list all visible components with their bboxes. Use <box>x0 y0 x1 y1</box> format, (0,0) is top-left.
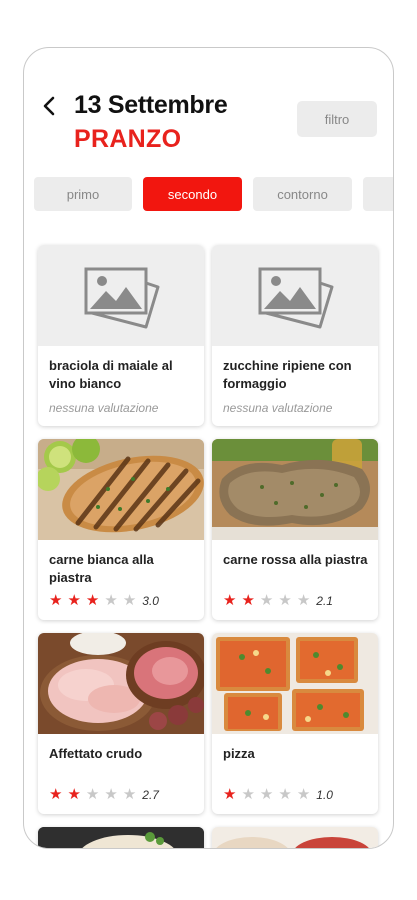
tab-secondo[interactable]: secondo <box>143 177 242 211</box>
rating-value: 2.1 <box>316 593 333 608</box>
dish-card[interactable]: carne bianca alla piastra ★ ★ ★ ★ ★ 3.0 <box>38 439 204 620</box>
star-icon: ★ <box>104 592 118 609</box>
no-rating-text: nessuna valutazione <box>49 401 159 415</box>
star-icon: ★ <box>241 592 255 609</box>
star-icon: ★ <box>104 786 118 803</box>
grilled-steak-photo <box>212 439 378 540</box>
star-rating: ★ ★ ★ ★ ★ 2.7 <box>49 787 159 802</box>
dish-image <box>212 245 378 346</box>
star-icon: ★ <box>296 592 311 609</box>
back-arrow-icon <box>43 96 55 116</box>
star-icon: ★ <box>49 592 63 609</box>
star-icon: ★ <box>122 786 137 803</box>
dish-image <box>38 439 204 540</box>
dish-image <box>38 633 204 734</box>
dish-card[interactable] <box>212 827 378 848</box>
back-button[interactable] <box>40 94 62 118</box>
star-icon: ★ <box>49 786 63 803</box>
star-icon: ★ <box>67 592 81 609</box>
star-icon: ★ <box>122 592 137 609</box>
star-icon: ★ <box>223 786 237 803</box>
placeholder-image-icon <box>84 267 160 329</box>
cold-cuts-photo <box>38 633 204 734</box>
star-icon: ★ <box>259 592 274 609</box>
star-rating: ★ ★ ★ ★ ★ 2.1 <box>223 593 333 608</box>
dish-card[interactable]: zucchine ripiene con formaggio nessuna v… <box>212 245 378 426</box>
dish-name: pizza <box>223 746 255 761</box>
dish-name: braciola di maiale al vino bianco <box>49 358 173 391</box>
star-icon: ★ <box>85 592 100 609</box>
rating-value: 2.7 <box>142 787 159 802</box>
phone-frame: 13 Settembre PRANZO filtro primo secondo… <box>23 47 394 849</box>
dish-image <box>212 439 378 540</box>
dish-card[interactable]: braciola di maiale al vino bianco nessun… <box>38 245 204 426</box>
rating-value: 3.0 <box>142 593 159 608</box>
star-icon: ★ <box>241 786 255 803</box>
tab-contorno[interactable]: contorno <box>253 177 352 211</box>
dish-card[interactable]: Affettato crudo ★ ★ ★ ★ ★ 2.7 <box>38 633 204 814</box>
dish-name: zucchine ripiene con formaggio <box>223 358 352 391</box>
dish-name: carne bianca alla piastra <box>49 552 154 585</box>
dish-card[interactable]: carne rossa alla piastra ★ ★ ★ ★ ★ 2.1 <box>212 439 378 620</box>
star-icon: ★ <box>278 786 292 803</box>
star-icon: ★ <box>85 786 100 803</box>
dish-image <box>212 827 378 848</box>
tab-next[interactable] <box>363 177 393 211</box>
header: 13 Settembre PRANZO filtro <box>24 48 393 168</box>
filter-button[interactable]: filtro <box>297 101 377 137</box>
star-icon: ★ <box>223 592 237 609</box>
no-rating-text: nessuna valutazione <box>223 401 333 415</box>
rating-value: 1.0 <box>316 787 333 802</box>
dish-image <box>38 827 204 848</box>
dish-photo <box>212 827 378 848</box>
page-subtitle-meal: PRANZO <box>74 125 182 153</box>
grilled-chicken-photo <box>38 439 204 540</box>
dish-card[interactable]: pizza ★ ★ ★ ★ ★ 1.0 <box>212 633 378 814</box>
star-icon: ★ <box>296 786 311 803</box>
category-tabs: primo secondo contorno <box>34 177 393 211</box>
star-icon: ★ <box>278 592 292 609</box>
tab-primo[interactable]: primo <box>34 177 132 211</box>
placeholder-image-icon <box>258 267 334 329</box>
star-rating: ★ ★ ★ ★ ★ 1.0 <box>223 787 333 802</box>
star-rating: ★ ★ ★ ★ ★ 3.0 <box>49 593 159 608</box>
dish-image <box>38 245 204 346</box>
star-icon: ★ <box>67 786 81 803</box>
dish-card[interactable] <box>38 827 204 848</box>
dish-name: Affettato crudo <box>49 746 143 761</box>
dish-photo <box>38 827 204 848</box>
pizza-photo <box>212 633 378 734</box>
star-icon: ★ <box>259 786 274 803</box>
dish-name: carne rossa alla piastra <box>223 552 368 567</box>
dish-image <box>212 633 378 734</box>
page-title-date: 13 Settembre <box>74 91 228 119</box>
